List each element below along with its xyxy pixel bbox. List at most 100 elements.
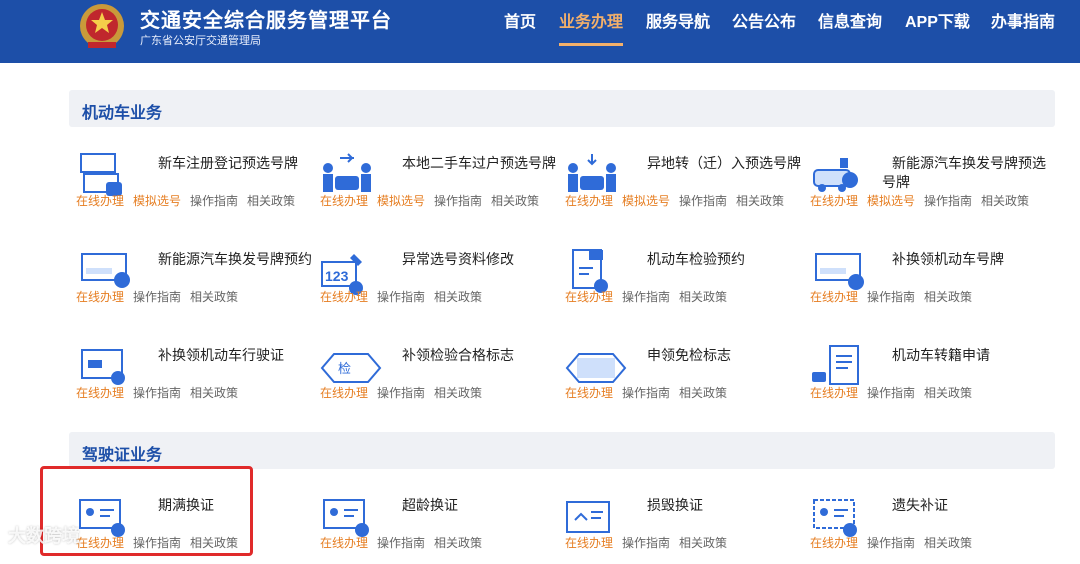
guide-link[interactable]: 操作指南 xyxy=(867,536,915,550)
service-links: 在线办理 模拟选号 操作指南 相关政策 xyxy=(320,192,548,209)
nav-handbook[interactable]: 办事指南 xyxy=(991,8,1055,32)
service-name[interactable]: 异常选号资料修改 xyxy=(392,250,557,269)
service-name[interactable]: 新能源汽车换发号牌预选号牌 xyxy=(882,154,1047,192)
service-card[interactable]: 123 异常选号资料修改在线办理 操作指南 相关政策 xyxy=(320,248,560,318)
section-license: 驾驶证业务 xyxy=(69,432,1055,469)
service-card[interactable]: 本地二手车过户预选号牌在线办理 模拟选号 操作指南 相关政策 xyxy=(320,152,560,222)
nav-home[interactable]: 首页 xyxy=(504,8,536,32)
online-link[interactable]: 在线办理 xyxy=(320,194,368,208)
online-link[interactable]: 在线办理 xyxy=(565,386,613,400)
online-link[interactable]: 在线办理 xyxy=(810,194,858,208)
service-links: 在线办理 操作指南 相关政策 xyxy=(320,384,491,401)
policy-link[interactable]: 相关政策 xyxy=(679,290,727,304)
service-links: 在线办理 模拟选号 操作指南 相关政策 xyxy=(76,192,304,209)
svg-text:123: 123 xyxy=(325,268,349,284)
nav-service-guide[interactable]: 服务导航 xyxy=(646,8,710,32)
service-card[interactable]: 新车注册登记预选号牌在线办理 模拟选号 操作指南 相关政策 xyxy=(76,152,316,222)
policy-link[interactable]: 相关政策 xyxy=(924,536,972,550)
guide-link[interactable]: 操作指南 xyxy=(190,194,238,208)
top-header: 交通安全综合服务管理平台 广东省公安厅交通管理局 首页 业务办理 服务导航 公告… xyxy=(0,0,1080,63)
guide-link[interactable]: 操作指南 xyxy=(434,194,482,208)
policy-link[interactable]: 相关政策 xyxy=(679,386,727,400)
service-name[interactable]: 损毁换证 xyxy=(637,496,802,515)
service-card[interactable]: 补换领机动车号牌在线办理 操作指南 相关政策 xyxy=(810,248,1050,318)
policy-link[interactable]: 相关政策 xyxy=(434,536,482,550)
online-link[interactable]: 在线办理 xyxy=(76,194,124,208)
policy-link[interactable]: 相关政策 xyxy=(924,386,972,400)
nav-announcements[interactable]: 公告公布 xyxy=(732,8,796,32)
service-card[interactable]: 新能源汽车换发号牌预选号牌在线办理 模拟选号 操作指南 相关政策 xyxy=(810,152,1050,222)
policy-link[interactable]: 相关政策 xyxy=(736,194,784,208)
policy-link[interactable]: 相关政策 xyxy=(247,194,295,208)
simulate-link[interactable]: 模拟选号 xyxy=(867,194,915,208)
policy-link[interactable]: 相关政策 xyxy=(434,290,482,304)
service-name[interactable]: 异地转（迁）入预选号牌 xyxy=(637,154,802,173)
service-name[interactable]: 机动车转籍申请 xyxy=(882,346,1047,365)
service-name[interactable]: 补换领机动车号牌 xyxy=(882,250,1047,269)
guide-link[interactable]: 操作指南 xyxy=(133,290,181,304)
online-link[interactable]: 在线办理 xyxy=(320,536,368,550)
guide-link[interactable]: 操作指南 xyxy=(679,194,727,208)
service-name[interactable]: 本地二手车过户预选号牌 xyxy=(392,154,557,173)
section-vehicle: 机动车业务 xyxy=(69,90,1055,127)
policy-link[interactable]: 相关政策 xyxy=(679,536,727,550)
service-card[interactable]: 申领免检标志在线办理 操作指南 相关政策 xyxy=(565,344,805,414)
simulate-link[interactable]: 模拟选号 xyxy=(133,194,181,208)
guide-link[interactable]: 操作指南 xyxy=(867,386,915,400)
online-link[interactable]: 在线办理 xyxy=(320,386,368,400)
simulate-link[interactable]: 模拟选号 xyxy=(622,194,670,208)
service-card[interactable]: 检 补领检验合格标志在线办理 操作指南 相关政策 xyxy=(320,344,560,414)
guide-link[interactable]: 操作指南 xyxy=(377,290,425,304)
policy-link[interactable]: 相关政策 xyxy=(190,290,238,304)
guide-link[interactable]: 操作指南 xyxy=(622,386,670,400)
simulate-link[interactable]: 模拟选号 xyxy=(377,194,425,208)
service-links: 在线办理 操作指南 相关政策 xyxy=(76,384,247,401)
service-links: 在线办理 操作指南 相关政策 xyxy=(565,384,736,401)
policy-link[interactable]: 相关政策 xyxy=(981,194,1029,208)
service-links: 在线办理 操作指南 相关政策 xyxy=(810,384,981,401)
service-card[interactable]: 机动车检验预约在线办理 操作指南 相关政策 xyxy=(565,248,805,318)
service-name[interactable]: 机动车检验预约 xyxy=(637,250,802,269)
nav-app-download[interactable]: APP下载 xyxy=(905,8,970,32)
guide-link[interactable]: 操作指南 xyxy=(133,386,181,400)
online-link[interactable]: 在线办理 xyxy=(76,290,124,304)
service-name[interactable]: 补领检验合格标志 xyxy=(392,346,557,365)
online-link[interactable]: 在线办理 xyxy=(76,386,124,400)
service-card[interactable]: 补换领机动车行驶证在线办理 操作指南 相关政策 xyxy=(76,344,316,414)
service-name[interactable]: 新能源汽车换发号牌预约 xyxy=(148,250,313,269)
guide-link[interactable]: 操作指南 xyxy=(377,536,425,550)
service-card[interactable]: 机动车转籍申请在线办理 操作指南 相关政策 xyxy=(810,344,1050,414)
online-link[interactable]: 在线办理 xyxy=(810,290,858,304)
guide-link[interactable]: 操作指南 xyxy=(622,536,670,550)
service-card[interactable]: 损毁换证在线办理 操作指南 相关政策 xyxy=(565,494,805,564)
policy-link[interactable]: 相关政策 xyxy=(491,194,539,208)
service-name[interactable]: 超龄换证 xyxy=(392,496,557,515)
online-link[interactable]: 在线办理 xyxy=(565,536,613,550)
service-card[interactable]: 新能源汽车换发号牌预约在线办理 操作指南 相关政策 xyxy=(76,248,316,318)
service-card[interactable]: 遗失补证在线办理 操作指南 相关政策 xyxy=(810,494,1050,564)
guide-link[interactable]: 操作指南 xyxy=(924,194,972,208)
service-card[interactable]: 超龄换证在线办理 操作指南 相关政策 xyxy=(320,494,560,564)
online-link[interactable]: 在线办理 xyxy=(565,290,613,304)
policy-link[interactable]: 相关政策 xyxy=(434,386,482,400)
service-links: 在线办理 操作指南 相关政策 xyxy=(320,534,491,551)
active-nav-underline xyxy=(559,43,623,46)
online-link[interactable]: 在线办理 xyxy=(565,194,613,208)
guide-link[interactable]: 操作指南 xyxy=(622,290,670,304)
service-name[interactable]: 新车注册登记预选号牌 xyxy=(148,154,313,173)
online-link[interactable]: 在线办理 xyxy=(810,386,858,400)
svg-text:检: 检 xyxy=(338,362,351,377)
online-link[interactable]: 在线办理 xyxy=(810,536,858,550)
guide-link[interactable]: 操作指南 xyxy=(377,386,425,400)
policy-link[interactable]: 相关政策 xyxy=(190,386,238,400)
service-links: 在线办理 操作指南 相关政策 xyxy=(565,534,736,551)
service-card[interactable]: 异地转（迁）入预选号牌在线办理 模拟选号 操作指南 相关政策 xyxy=(565,152,805,222)
service-name[interactable]: 申领免检标志 xyxy=(637,346,802,365)
online-link[interactable]: 在线办理 xyxy=(320,290,368,304)
policy-link[interactable]: 相关政策 xyxy=(924,290,972,304)
service-name[interactable]: 补换领机动车行驶证 xyxy=(148,346,313,365)
nav-info-query[interactable]: 信息查询 xyxy=(818,8,882,32)
nav-business[interactable]: 业务办理 xyxy=(559,8,623,32)
service-name[interactable]: 遗失补证 xyxy=(882,496,1047,515)
guide-link[interactable]: 操作指南 xyxy=(867,290,915,304)
